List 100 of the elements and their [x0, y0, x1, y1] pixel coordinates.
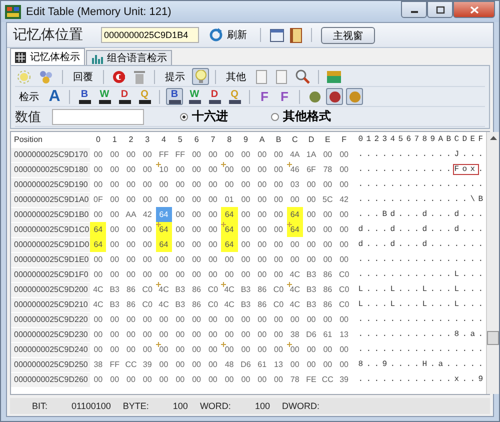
byte-cell[interactable]: 00 — [188, 342, 205, 357]
byte-cell[interactable]: 00 — [106, 207, 123, 222]
byte-cell[interactable]: 13 — [270, 357, 287, 372]
byte-cell[interactable]: 00 — [156, 177, 172, 192]
byte-cell[interactable]: 00 — [122, 252, 140, 267]
byte-cell[interactable]: 86 — [188, 297, 205, 312]
book-icon[interactable] — [290, 28, 302, 42]
byte-cell[interactable]: 00 — [106, 147, 123, 162]
byte-cell[interactable]: 00 — [106, 342, 123, 357]
byte-cell[interactable]: 00 — [204, 312, 222, 327]
byte-cell[interactable]: 4C — [286, 267, 304, 282]
byte-cell[interactable]: 00 — [319, 357, 336, 372]
byte-cell[interactable]: FE — [303, 372, 320, 387]
byte-cell[interactable]: 00 — [319, 342, 336, 357]
byte-cell[interactable]: 00 — [286, 312, 304, 327]
byte-cell[interactable]: 13 — [336, 327, 352, 342]
byte-cell[interactable]: C0 — [139, 297, 156, 312]
byte-cell[interactable]: C0 — [270, 297, 287, 312]
byte-cell[interactable]: 00 — [90, 372, 106, 387]
byte-cell[interactable]: 00 — [106, 267, 123, 282]
byte-cell[interactable]: 1A — [303, 147, 320, 162]
byte-cell[interactable]: 00 — [156, 372, 172, 387]
byte-cell[interactable]: 00 — [188, 267, 205, 282]
byte-cell[interactable]: 00 — [204, 357, 222, 372]
byte-cell[interactable]: 00 — [122, 237, 140, 252]
byte-cell[interactable]: 00 — [254, 162, 270, 177]
byte-cell[interactable]: 00 — [204, 207, 222, 222]
byte-cell[interactable]: 00 — [139, 372, 156, 387]
byte-cell[interactable]: 5C — [319, 192, 336, 207]
font-button[interactable]: A — [46, 88, 63, 105]
byte-cell[interactable]: 00 — [319, 147, 336, 162]
byte-cell[interactable]: 00 — [336, 252, 352, 267]
byte-cell[interactable]: 00 — [139, 177, 156, 192]
hex-format-button[interactable]: D — [206, 88, 223, 105]
byte-cell[interactable]: 00 — [254, 267, 270, 282]
byte-cell[interactable]: 00 — [156, 192, 172, 207]
byte-cell[interactable]: 00 — [90, 177, 106, 192]
byte-cell[interactable]: 4C — [90, 297, 106, 312]
byte-cell[interactable]: 00 — [122, 177, 140, 192]
byte-cell[interactable]: 00 — [122, 147, 140, 162]
byte-cell[interactable]: 00 — [122, 342, 140, 357]
magnifier-button[interactable] — [293, 68, 312, 85]
page-button[interactable] — [273, 68, 290, 85]
tab[interactable]: 记忆体检示 — [10, 48, 85, 65]
refresh-button[interactable]: 刷新 — [205, 28, 251, 42]
byte-cell[interactable]: 00 — [172, 177, 188, 192]
byte-cell[interactable]: 00 — [204, 147, 222, 162]
byte-cell[interactable]: 00 — [204, 327, 222, 342]
byte-cell[interactable]: 00 — [139, 342, 156, 357]
byte-cell[interactable]: 00 — [319, 237, 336, 252]
byte-cell[interactable]: 4C — [221, 297, 238, 312]
byte-cell[interactable]: 4C — [156, 282, 172, 297]
byte-cell[interactable]: 64 — [156, 237, 172, 252]
radio-circle[interactable] — [180, 112, 188, 120]
byte-cell[interactable]: 00 — [270, 147, 287, 162]
byte-cell[interactable]: 00 — [254, 252, 270, 267]
byte-cell[interactable]: 00 — [319, 312, 336, 327]
byte-cell[interactable]: 6F — [303, 162, 320, 177]
byte-cell[interactable]: 61 — [254, 357, 270, 372]
byte-cell[interactable]: 00 — [106, 222, 123, 237]
byte-cell[interactable]: 00 — [122, 312, 140, 327]
byte-cell[interactable]: 00 — [156, 357, 172, 372]
byte-cell[interactable]: 86 — [254, 297, 270, 312]
byte-cell[interactable]: 00 — [188, 177, 205, 192]
byte-cell[interactable]: B3 — [238, 297, 254, 312]
byte-cell[interactable]: 00 — [172, 222, 188, 237]
sun-button[interactable] — [15, 68, 33, 85]
main-window-button[interactable]: 主视窗 — [321, 26, 375, 44]
byte-cell[interactable]: 00 — [254, 192, 270, 207]
format-radio[interactable]: 其他格式 — [271, 108, 331, 125]
byte-cell[interactable]: 00 — [336, 237, 352, 252]
byte-cell[interactable]: 00 — [172, 312, 188, 327]
byte-cell[interactable]: FF — [156, 147, 172, 162]
byte-cell[interactable]: 00 — [238, 207, 254, 222]
byte-cell[interactable]: 00 — [172, 237, 188, 252]
byte-cell[interactable]: 00 — [238, 192, 254, 207]
frame-button[interactable]: F — [276, 88, 293, 105]
byte-cell[interactable]: 00 — [238, 342, 254, 357]
byte-cell[interactable]: 00 — [172, 342, 188, 357]
byte-cell[interactable]: 00 — [106, 312, 123, 327]
byte-cell[interactable]: 01 — [221, 192, 238, 207]
byte-cell[interactable]: 00 — [204, 177, 222, 192]
byte-cell[interactable]: 00 — [188, 147, 205, 162]
byte-cell[interactable]: 00 — [204, 222, 222, 237]
byte-cell[interactable]: 4A — [286, 147, 304, 162]
byte-cell[interactable]: 42 — [336, 192, 352, 207]
byte-cell[interactable]: 4C — [221, 282, 238, 297]
byte-cell[interactable]: 00 — [254, 237, 270, 252]
byte-cell[interactable]: 00 — [188, 312, 205, 327]
byte-cell[interactable]: 00 — [303, 342, 320, 357]
byte-cell[interactable]: 00 — [270, 162, 287, 177]
byte-cell[interactable]: 00 — [238, 147, 254, 162]
byte-cell[interactable]: 00 — [286, 192, 304, 207]
byte-cell[interactable]: 00 — [270, 267, 287, 282]
byte-cell[interactable]: 00 — [238, 327, 254, 342]
byte-cell[interactable]: 00 — [221, 342, 238, 357]
undo-button[interactable] — [110, 68, 128, 85]
byte-cell[interactable]: 00 — [303, 312, 320, 327]
byte-cell[interactable]: 00 — [139, 147, 156, 162]
byte-cell[interactable]: 64 — [156, 222, 172, 237]
